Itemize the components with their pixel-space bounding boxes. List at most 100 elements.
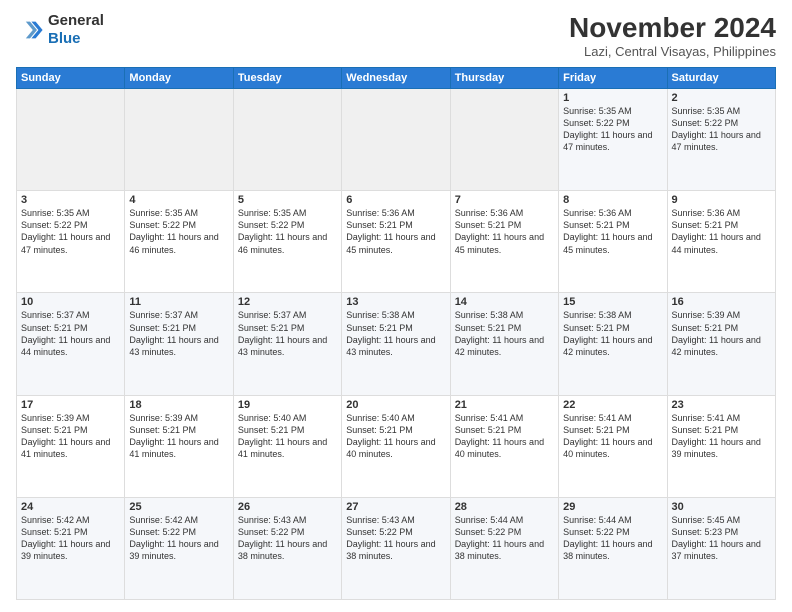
header-sunday: Sunday (17, 68, 125, 89)
day-info: Sunrise: 5:44 AM Sunset: 5:22 PM Dayligh… (455, 514, 554, 563)
cell-2-1: 11Sunrise: 5:37 AM Sunset: 5:21 PM Dayli… (125, 293, 233, 395)
week-row-2: 10 Sunrise: 5:37 AM Sunset: 5:21 PM Dayli… (17, 293, 776, 395)
cell-3-2: 19Sunrise: 5:40 AM Sunset: 5:21 PM Dayli… (233, 395, 341, 497)
day-info: Sunrise: 5:38 AM Sunset: 5:21 PM Dayligh… (455, 309, 554, 358)
day-info: Sunrise: 5:37 AM Sunset: 5:21 PM Dayligh… (129, 309, 228, 358)
cell-1-5: 8Sunrise: 5:36 AM Sunset: 5:21 PM Daylig… (559, 191, 667, 293)
cell-4-2: 26Sunrise: 5:43 AM Sunset: 5:22 PM Dayli… (233, 497, 341, 599)
day-info: Sunrise: 5:40 AM Sunset: 5:21 PM Dayligh… (238, 412, 337, 461)
cell-0-0 (17, 89, 125, 191)
day-info: Sunrise: 5:36 AM Sunset: 5:21 PM Dayligh… (346, 207, 445, 256)
cell-2-4: 14Sunrise: 5:38 AM Sunset: 5:21 PM Dayli… (450, 293, 558, 395)
day-number: 22 (563, 399, 662, 411)
day-number: 27 (346, 501, 445, 513)
cell-3-0: 17Sunrise: 5:39 AM Sunset: 5:21 PM Dayli… (17, 395, 125, 497)
header-friday: Friday (559, 68, 667, 89)
day-info: Sunrise: 5:36 AM Sunset: 5:21 PM Dayligh… (455, 207, 554, 256)
day-info: Sunrise: 5:38 AM Sunset: 5:21 PM Dayligh… (563, 309, 662, 358)
day-number: 19 (238, 399, 337, 411)
day-info: Sunrise: 5:37 AM Sunset: 5:21 PM Dayligh… (238, 309, 337, 358)
cell-0-1 (125, 89, 233, 191)
day-info: Sunrise: 5:35 AM Sunset: 5:22 PM Dayligh… (129, 207, 228, 256)
day-info: Sunrise: 5:38 AM Sunset: 5:21 PM Dayligh… (346, 309, 445, 358)
cell-1-2: 5Sunrise: 5:35 AM Sunset: 5:22 PM Daylig… (233, 191, 341, 293)
day-info: Sunrise: 5:41 AM Sunset: 5:21 PM Dayligh… (672, 412, 771, 461)
day-number: 21 (455, 399, 554, 411)
cell-4-6: 30Sunrise: 5:45 AM Sunset: 5:23 PM Dayli… (667, 497, 775, 599)
day-info: Sunrise: 5:35 AM Sunset: 5:22 PM Dayligh… (563, 105, 662, 154)
day-number: 4 (129, 194, 228, 206)
cell-1-0: 3Sunrise: 5:35 AM Sunset: 5:22 PM Daylig… (17, 191, 125, 293)
day-info: Sunrise: 5:36 AM Sunset: 5:21 PM Dayligh… (563, 207, 662, 256)
day-info: Sunrise: 5:43 AM Sunset: 5:22 PM Dayligh… (238, 514, 337, 563)
page: General Blue November 2024 Lazi, Central… (0, 0, 792, 612)
day-number: 1 (563, 92, 662, 104)
cell-0-5: 1Sunrise: 5:35 AM Sunset: 5:22 PM Daylig… (559, 89, 667, 191)
day-number: 17 (21, 399, 120, 411)
day-info: Sunrise: 5:41 AM Sunset: 5:21 PM Dayligh… (455, 412, 554, 461)
logo-line2: Blue (48, 30, 104, 48)
day-info: Sunrise: 5:42 AM Sunset: 5:21 PM Dayligh… (21, 514, 120, 563)
header-thursday: Thursday (450, 68, 558, 89)
logo-text: General Blue (48, 12, 104, 48)
header-wednesday: Wednesday (342, 68, 450, 89)
day-info: Sunrise: 5:45 AM Sunset: 5:23 PM Dayligh… (672, 514, 771, 563)
calendar-table: Sunday Monday Tuesday Wednesday Thursday… (16, 67, 776, 600)
cell-4-1: 25Sunrise: 5:42 AM Sunset: 5:22 PM Dayli… (125, 497, 233, 599)
header-tuesday: Tuesday (233, 68, 341, 89)
header-saturday: Saturday (667, 68, 775, 89)
cell-3-4: 21Sunrise: 5:41 AM Sunset: 5:21 PM Dayli… (450, 395, 558, 497)
cell-3-5: 22Sunrise: 5:41 AM Sunset: 5:21 PM Dayli… (559, 395, 667, 497)
day-number: 16 (672, 296, 771, 308)
cell-3-1: 18Sunrise: 5:39 AM Sunset: 5:21 PM Dayli… (125, 395, 233, 497)
cell-4-0: 24Sunrise: 5:42 AM Sunset: 5:21 PM Dayli… (17, 497, 125, 599)
day-info: Sunrise: 5:41 AM Sunset: 5:21 PM Dayligh… (563, 412, 662, 461)
cell-4-3: 27Sunrise: 5:43 AM Sunset: 5:22 PM Dayli… (342, 497, 450, 599)
day-number: 13 (346, 296, 445, 308)
cell-2-6: 16Sunrise: 5:39 AM Sunset: 5:21 PM Dayli… (667, 293, 775, 395)
cell-0-4 (450, 89, 558, 191)
day-number: 11 (129, 296, 228, 308)
day-info: Sunrise: 5:40 AM Sunset: 5:21 PM Dayligh… (346, 412, 445, 461)
cell-0-6: 2Sunrise: 5:35 AM Sunset: 5:22 PM Daylig… (667, 89, 775, 191)
day-info: Sunrise: 5:43 AM Sunset: 5:22 PM Dayligh… (346, 514, 445, 563)
day-number: 12 (238, 296, 337, 308)
week-row-1: 3Sunrise: 5:35 AM Sunset: 5:22 PM Daylig… (17, 191, 776, 293)
logo: General Blue (16, 12, 104, 48)
day-info: Sunrise: 5:35 AM Sunset: 5:22 PM Dayligh… (672, 105, 771, 154)
day-number: 2 (672, 92, 771, 104)
cell-0-2 (233, 89, 341, 191)
cell-3-3: 20Sunrise: 5:40 AM Sunset: 5:21 PM Dayli… (342, 395, 450, 497)
day-info: Sunrise: 5:35 AM Sunset: 5:22 PM Dayligh… (21, 207, 120, 256)
day-number: 5 (238, 194, 337, 206)
cell-4-4: 28Sunrise: 5:44 AM Sunset: 5:22 PM Dayli… (450, 497, 558, 599)
cell-0-3 (342, 89, 450, 191)
week-row-4: 24Sunrise: 5:42 AM Sunset: 5:21 PM Dayli… (17, 497, 776, 599)
day-number: 29 (563, 501, 662, 513)
cell-3-6: 23Sunrise: 5:41 AM Sunset: 5:21 PM Dayli… (667, 395, 775, 497)
day-number: 10 (21, 296, 120, 308)
day-info: Sunrise: 5:39 AM Sunset: 5:21 PM Dayligh… (129, 412, 228, 461)
day-number: 30 (672, 501, 771, 513)
day-info: Sunrise: 5:39 AM Sunset: 5:21 PM Dayligh… (672, 309, 771, 358)
day-number: 3 (21, 194, 120, 206)
day-number: 15 (563, 296, 662, 308)
header: General Blue November 2024 Lazi, Central… (16, 12, 776, 59)
logo-icon (16, 16, 44, 44)
cell-2-5: 15Sunrise: 5:38 AM Sunset: 5:21 PM Dayli… (559, 293, 667, 395)
day-number: 23 (672, 399, 771, 411)
day-info: Sunrise: 5:44 AM Sunset: 5:22 PM Dayligh… (563, 514, 662, 563)
week-row-3: 17Sunrise: 5:39 AM Sunset: 5:21 PM Dayli… (17, 395, 776, 497)
cell-1-6: 9Sunrise: 5:36 AM Sunset: 5:21 PM Daylig… (667, 191, 775, 293)
cell-1-4: 7Sunrise: 5:36 AM Sunset: 5:21 PM Daylig… (450, 191, 558, 293)
day-number: 7 (455, 194, 554, 206)
day-info: Sunrise: 5:39 AM Sunset: 5:21 PM Dayligh… (21, 412, 120, 461)
day-number: 18 (129, 399, 228, 411)
logo-line1: General (48, 12, 104, 30)
cell-1-3: 6Sunrise: 5:36 AM Sunset: 5:21 PM Daylig… (342, 191, 450, 293)
day-number: 28 (455, 501, 554, 513)
day-info: Sunrise: 5:42 AM Sunset: 5:22 PM Dayligh… (129, 514, 228, 563)
cell-4-5: 29Sunrise: 5:44 AM Sunset: 5:22 PM Dayli… (559, 497, 667, 599)
cell-1-1: 4Sunrise: 5:35 AM Sunset: 5:22 PM Daylig… (125, 191, 233, 293)
header-monday: Monday (125, 68, 233, 89)
